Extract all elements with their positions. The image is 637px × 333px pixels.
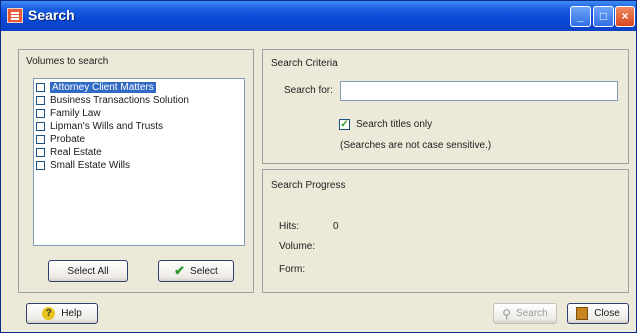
- volume-label: Business Transactions Solution: [50, 94, 189, 106]
- close-icon: ×: [621, 9, 629, 23]
- help-label: Help: [61, 308, 82, 319]
- search-progress-label: Search Progress: [271, 180, 346, 191]
- close-label: Close: [594, 308, 620, 319]
- volume-label: Volume:: [279, 241, 316, 252]
- list-item[interactable]: Lipman's Wills and Trusts: [36, 120, 163, 132]
- minimize-button[interactable]: _: [570, 6, 591, 27]
- minimize-icon: _: [577, 9, 584, 23]
- select-all-label: Select All: [67, 265, 109, 277]
- volume-label: Probate: [50, 133, 86, 145]
- volume-label: Lipman's Wills and Trusts: [50, 120, 164, 132]
- case-note: (Searches are not case sensitive.): [340, 140, 492, 151]
- volume-checkbox[interactable]: [36, 134, 45, 144]
- volume-label: Attorney Client Matters: [50, 81, 156, 93]
- volume-checkbox[interactable]: [36, 108, 45, 118]
- search-label: Search: [516, 308, 548, 319]
- window-title: Search: [28, 7, 75, 23]
- select-label: Select: [190, 265, 218, 277]
- help-icon: ?: [42, 307, 56, 320]
- search-titles-only-label[interactable]: Search titles only: [356, 119, 432, 130]
- volumes-label: Volumes to search: [26, 56, 109, 67]
- volume-checkbox[interactable]: [36, 160, 45, 170]
- volume-checkbox[interactable]: [36, 147, 45, 157]
- checkmark-icon: ✔: [174, 263, 186, 278]
- help-button[interactable]: ? Help: [26, 303, 98, 324]
- volumes-list[interactable]: Attorney Client Matters Business Transac…: [33, 78, 245, 246]
- hits-label: Hits:: [279, 221, 299, 232]
- maximize-button[interactable]: □: [593, 6, 614, 27]
- volume-checkbox[interactable]: [36, 121, 45, 131]
- list-item[interactable]: Small Estate Wills: [36, 159, 130, 171]
- volume-label: Family Law: [50, 107, 101, 119]
- maximize-icon: □: [599, 9, 608, 23]
- volume-checkbox[interactable]: [36, 95, 45, 105]
- list-item[interactable]: Family Law: [36, 107, 101, 119]
- title-bar[interactable]: Search _ □ ×: [1, 1, 636, 31]
- list-item[interactable]: Business Transactions Solution: [36, 94, 189, 106]
- list-item[interactable]: Real Estate: [36, 146, 102, 158]
- search-icon: ⚲: [502, 306, 512, 321]
- close-button[interactable]: Close: [567, 303, 629, 324]
- search-titles-only-checkbox[interactable]: ✓: [339, 119, 350, 130]
- search-button[interactable]: ⚲ Search: [493, 303, 557, 324]
- search-dialog: Search _ □ × Volumes to search Attorney …: [0, 0, 637, 333]
- close-door-icon: [576, 307, 589, 320]
- select-button[interactable]: ✔ Select: [158, 260, 234, 282]
- form-label: Form:: [279, 264, 306, 275]
- search-for-label: Search for:: [284, 85, 333, 96]
- volume-label: Real Estate: [50, 146, 102, 158]
- volume-checkbox[interactable]: [36, 82, 45, 92]
- volume-label: Small Estate Wills: [50, 159, 131, 171]
- app-icon: [7, 8, 23, 23]
- close-window-button[interactable]: ×: [615, 6, 635, 27]
- select-all-button[interactable]: Select All: [48, 260, 128, 282]
- list-item[interactable]: Attorney Client Matters: [36, 81, 156, 93]
- hits-value: 0: [333, 221, 339, 232]
- search-input[interactable]: [340, 81, 618, 101]
- list-item[interactable]: Probate: [36, 133, 85, 145]
- search-criteria-label: Search Criteria: [271, 58, 338, 69]
